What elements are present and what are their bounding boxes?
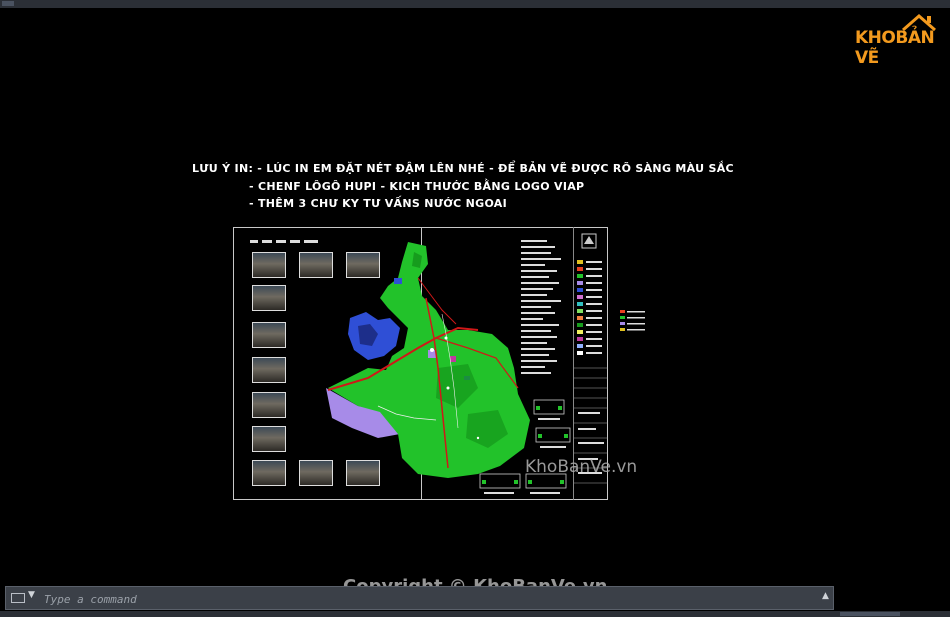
- site-photo: [252, 460, 286, 486]
- print-note-line-1: LƯU Ý IN: - LÚC IN EM ĐẶT NÉT ĐẬM LÊN NH…: [192, 162, 734, 175]
- caret-up-icon[interactable]: ▲: [822, 591, 829, 601]
- watermark-middle: KhoBanVe.vn: [525, 457, 638, 477]
- scrollbar-thumb[interactable]: [840, 612, 900, 616]
- horizontal-scrollbar[interactable]: [0, 611, 950, 617]
- site-photo: [252, 322, 286, 348]
- site-photo: [252, 285, 286, 311]
- command-line-bar: ▼ ▲: [5, 586, 834, 610]
- site-photo: [252, 426, 286, 452]
- logo-kho: KHO: [855, 28, 896, 48]
- terminal-icon[interactable]: [11, 593, 25, 603]
- legend-text-block: [521, 240, 561, 374]
- menu-button[interactable]: [2, 1, 14, 6]
- title-strip: [0, 0, 950, 8]
- outer-legend: [620, 310, 645, 331]
- caret-down-icon[interactable]: ▼: [28, 590, 35, 600]
- site-photo: [252, 357, 286, 383]
- khobanve-logo: KHOBẢN VẼ: [853, 12, 941, 68]
- print-note-line-2: - CHENF LÔGÔ HUPI - KICH THƯỚC BẰNG LOGO…: [249, 180, 585, 193]
- road-cross-sections: [479, 399, 571, 494]
- command-input[interactable]: [42, 589, 806, 609]
- site-photo: [252, 392, 286, 418]
- print-note-line-3: - THÊM 3 CHƯ KY TƯ VẤNS NƯỚC NGOAI: [249, 197, 508, 210]
- site-photo: [252, 252, 286, 278]
- logo-text: KHOBẢN VẼ: [855, 28, 941, 68]
